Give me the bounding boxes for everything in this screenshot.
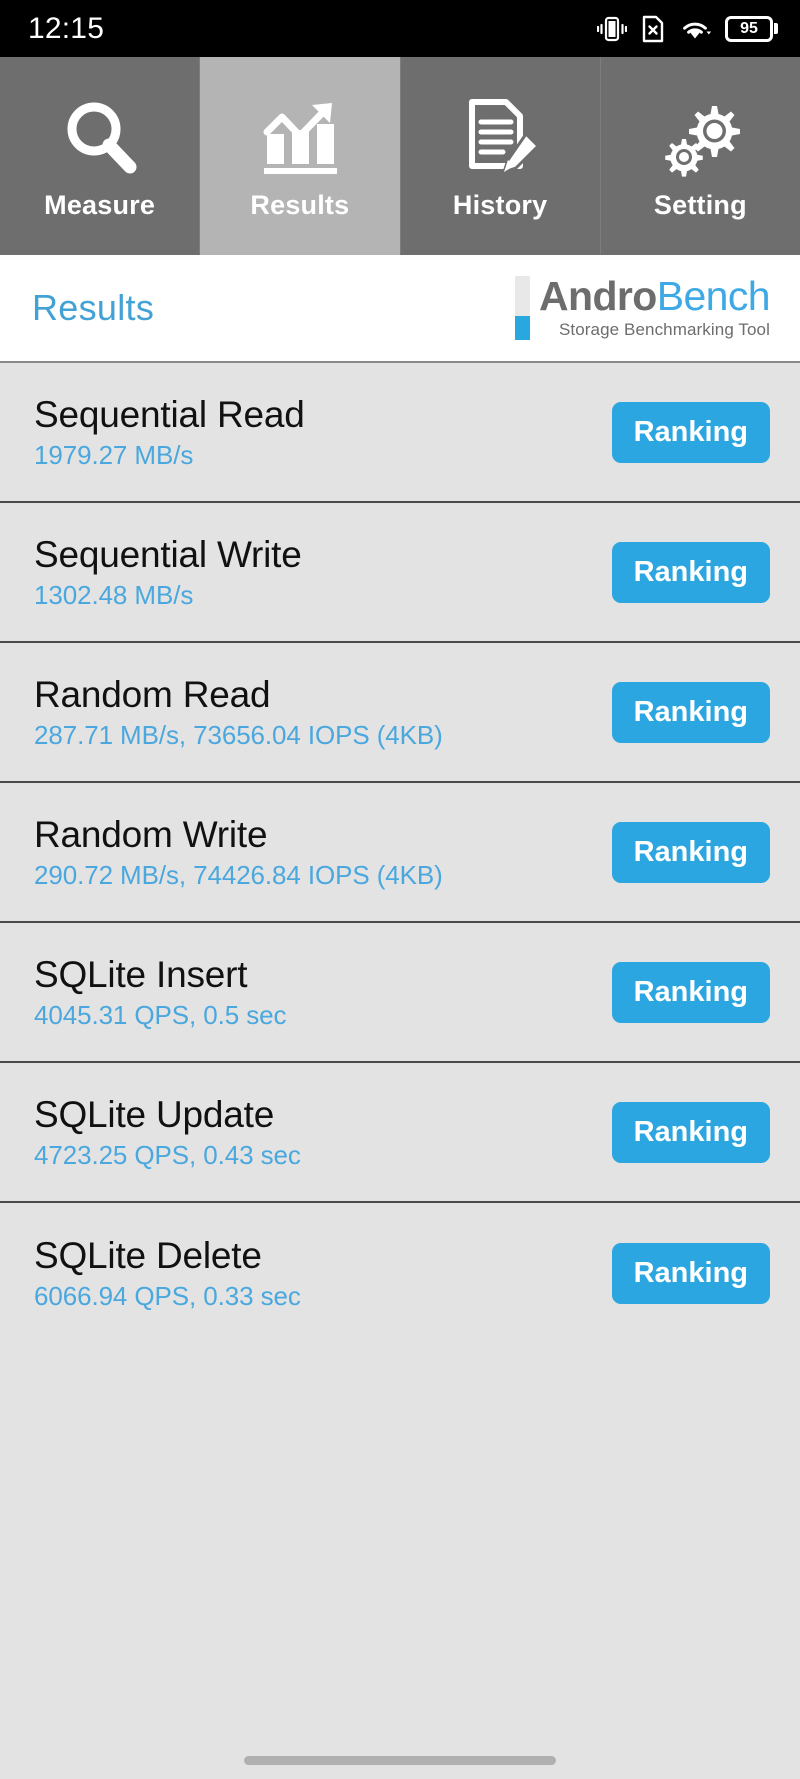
- table-row[interactable]: Random Write 290.72 MB/s, 74426.84 IOPS …: [0, 783, 800, 923]
- result-value: 287.71 MB/s, 73656.04 IOPS (4KB): [34, 719, 443, 750]
- battery-icon: 95: [725, 15, 778, 42]
- results-list: Sequential Read 1979.27 MB/s Ranking Seq…: [0, 363, 800, 1719]
- vibrate-icon: [597, 15, 627, 43]
- tab-history[interactable]: History: [400, 57, 601, 255]
- ranking-button[interactable]: Ranking: [611, 1101, 770, 1163]
- logo-name-primary: Andro: [539, 273, 657, 320]
- logo-name-secondary: Bench: [656, 273, 771, 320]
- table-row[interactable]: Random Read 287.71 MB/s, 73656.04 IOPS (…: [0, 643, 800, 783]
- ranking-button[interactable]: Ranking: [611, 681, 770, 743]
- bar-chart-arrow-icon: [254, 92, 346, 184]
- table-row[interactable]: Sequential Write 1302.48 MB/s Ranking: [0, 503, 800, 643]
- ranking-button[interactable]: Ranking: [611, 541, 770, 603]
- tab-results-label: Results: [250, 189, 350, 220]
- result-value: 6066.94 QPS, 0.33 sec: [34, 1280, 301, 1311]
- magnifier-icon: [54, 92, 146, 184]
- result-title: SQLite Update: [34, 1093, 275, 1135]
- result-value: 1302.48 MB/s: [34, 579, 194, 610]
- logo-subtitle: Storage Benchmarking Tool: [558, 319, 770, 339]
- status-bar: 12:15 95: [0, 0, 800, 57]
- result-title: Random Write: [34, 813, 268, 855]
- wifi-icon: [679, 16, 711, 42]
- result-title: Sequential Write: [34, 533, 302, 575]
- no-sim-icon: [641, 15, 665, 43]
- result-title: Random Read: [34, 673, 271, 715]
- result-title: Sequential Read: [34, 393, 305, 435]
- system-navigation-bar: [0, 1719, 800, 1779]
- gears-icon: [654, 92, 746, 184]
- result-value: 4723.25 QPS, 0.43 sec: [34, 1139, 301, 1170]
- tab-measure-label: Measure: [44, 189, 156, 220]
- gesture-home-pill[interactable]: [244, 1756, 556, 1765]
- result-title: SQLite Delete: [34, 1234, 262, 1276]
- document-pencil-icon: [454, 92, 546, 184]
- page-title: Results: [32, 287, 155, 328]
- table-row[interactable]: SQLite Insert 4045.31 QPS, 0.5 sec Ranki…: [0, 923, 800, 1063]
- tab-setting-label: Setting: [653, 189, 747, 220]
- result-value: 1979.27 MB/s: [34, 439, 194, 470]
- battery-percent-label: 95: [740, 19, 758, 37]
- table-row[interactable]: SQLite Update 4723.25 QPS, 0.43 sec Rank…: [0, 1063, 800, 1203]
- logo-bar-mark: [515, 276, 531, 340]
- tab-history-label: History: [452, 189, 548, 220]
- tab-results[interactable]: Results: [200, 57, 401, 255]
- result-value: 4045.31 QPS, 0.5 sec: [34, 999, 287, 1030]
- tab-measure[interactable]: Measure: [0, 57, 201, 255]
- table-row[interactable]: Sequential Read 1979.27 MB/s Ranking: [0, 363, 800, 503]
- result-title: SQLite Insert: [34, 953, 248, 995]
- main-tab-bar: Measure Results History Setting: [0, 57, 800, 255]
- status-bar-clock: 12:15: [28, 11, 105, 45]
- ranking-button[interactable]: Ranking: [611, 1242, 770, 1304]
- tab-setting[interactable]: Setting: [600, 57, 800, 255]
- table-row[interactable]: SQLite Delete 6066.94 QPS, 0.33 sec Rank…: [0, 1203, 800, 1343]
- androbench-logo: AndroBench Storage Benchmarking Tool: [515, 273, 771, 340]
- ranking-button[interactable]: Ranking: [611, 821, 770, 883]
- result-value: 290.72 MB/s, 74426.84 IOPS (4KB): [34, 859, 443, 890]
- ranking-button[interactable]: Ranking: [611, 401, 770, 463]
- page-header: Results AndroBench Storage Benchmarking …: [0, 255, 800, 363]
- app-window: 12:15 95 Measure Results History Setting…: [0, 0, 800, 1779]
- ranking-button[interactable]: Ranking: [611, 961, 770, 1023]
- status-bar-icons: 95: [597, 15, 778, 43]
